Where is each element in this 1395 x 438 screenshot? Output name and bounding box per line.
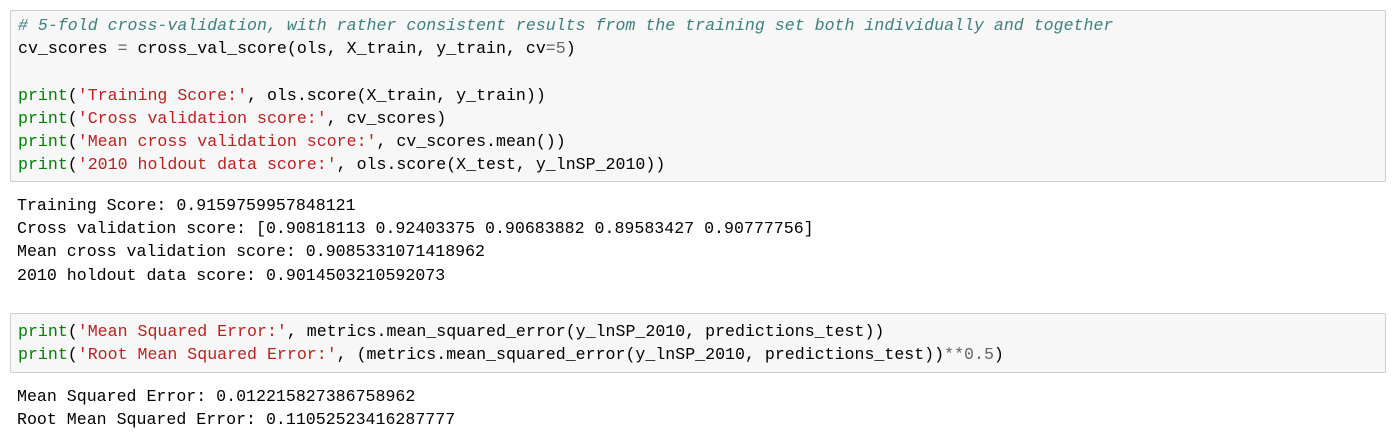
code-cell-1-input[interactable]: # 5-fold cross-validation, with rather c…	[10, 10, 1386, 183]
code-string: '2010 holdout data score:'	[77, 155, 337, 175]
code-text: , (metrics.mean_squared_error(y_lnSP_201…	[336, 345, 945, 365]
code-line: # 5-fold cross-validation, with rather c…	[18, 14, 1385, 37]
output-line: 2010 holdout data score: 0.9014503210592…	[17, 265, 446, 285]
code-builtin: print	[18, 155, 68, 175]
code-string: 'Root Mean Squared Error:'	[77, 345, 337, 365]
code-text: (	[67, 155, 78, 175]
code-text: , cv_scores)	[326, 108, 447, 128]
code-line: print('2010 holdout data score:', ols.sc…	[18, 153, 1385, 176]
code-string: 'Mean Squared Error:'	[77, 322, 287, 341]
code-cell-2-input[interactable]: print('Mean Squared Error:', metrics.mea…	[10, 313, 1386, 374]
code-cell-1-output: Training Score: 0.9159759957848121 Cross …	[17, 194, 1377, 287]
code-text: (	[67, 108, 78, 128]
output-line: Mean Squared Error: 0.012215827386758962	[17, 387, 416, 406]
code-number: 5	[555, 39, 566, 59]
code-text: , ols.score(X_test, y_lnSP_2010))	[336, 155, 666, 175]
code-line: print('Mean cross validation score:', cv…	[18, 130, 1385, 153]
code-text: )	[993, 345, 1004, 365]
code-operator: =	[545, 39, 556, 59]
output-line: Cross validation score: [0.90818113 0.92…	[17, 219, 814, 239]
code-text: (	[67, 322, 78, 341]
code-builtin: print	[18, 131, 68, 151]
code-comment: # 5-fold cross-validation, with rather c…	[18, 16, 1114, 35]
code-text: , ols.score(X_train, y_train))	[247, 85, 546, 105]
code-builtin: print	[18, 108, 68, 128]
code-text: )	[565, 39, 576, 59]
code-builtin: print	[18, 85, 68, 105]
code-text: (	[67, 345, 78, 365]
code-number: 0.5	[964, 345, 994, 365]
code-line: print('Training Score:', ols.score(X_tra…	[18, 84, 1385, 107]
code-line: print('Root Mean Squared Error:', (metri…	[18, 343, 1385, 366]
code-builtin: print	[18, 322, 68, 341]
code-text: (	[67, 85, 78, 105]
code-text: cv_scores	[18, 39, 118, 59]
code-operator: **	[944, 345, 965, 365]
output-line: Root Mean Squared Error: 0.1105252341628…	[17, 410, 456, 430]
code-operator: =	[117, 39, 128, 59]
code-line: cv_scores = cross_val_score(ols, X_train…	[18, 37, 1385, 60]
code-cell-2-output: Mean Squared Error: 0.012215827386758962…	[17, 385, 1377, 431]
code-text: , metrics.mean_squared_error(y_lnSP_2010…	[286, 322, 885, 341]
output-line: Mean cross validation score: 0.908533107…	[17, 242, 486, 262]
code-string: 'Mean cross validation score:'	[77, 131, 377, 151]
code-string: 'Training Score:'	[77, 85, 248, 105]
code-builtin: print	[18, 345, 68, 365]
code-text: (	[67, 131, 78, 151]
code-line: print('Mean Squared Error:', metrics.mea…	[18, 320, 1385, 343]
code-string: 'Cross validation score:'	[77, 108, 327, 128]
output-line: Training Score: 0.9159759957848121	[17, 196, 356, 215]
code-line: print('Cross validation score:', cv_scor…	[18, 107, 1385, 130]
code-text: , cv_scores.mean())	[376, 131, 566, 151]
code-text: cross_val_score(ols, X_train, y_train, c…	[127, 39, 546, 59]
